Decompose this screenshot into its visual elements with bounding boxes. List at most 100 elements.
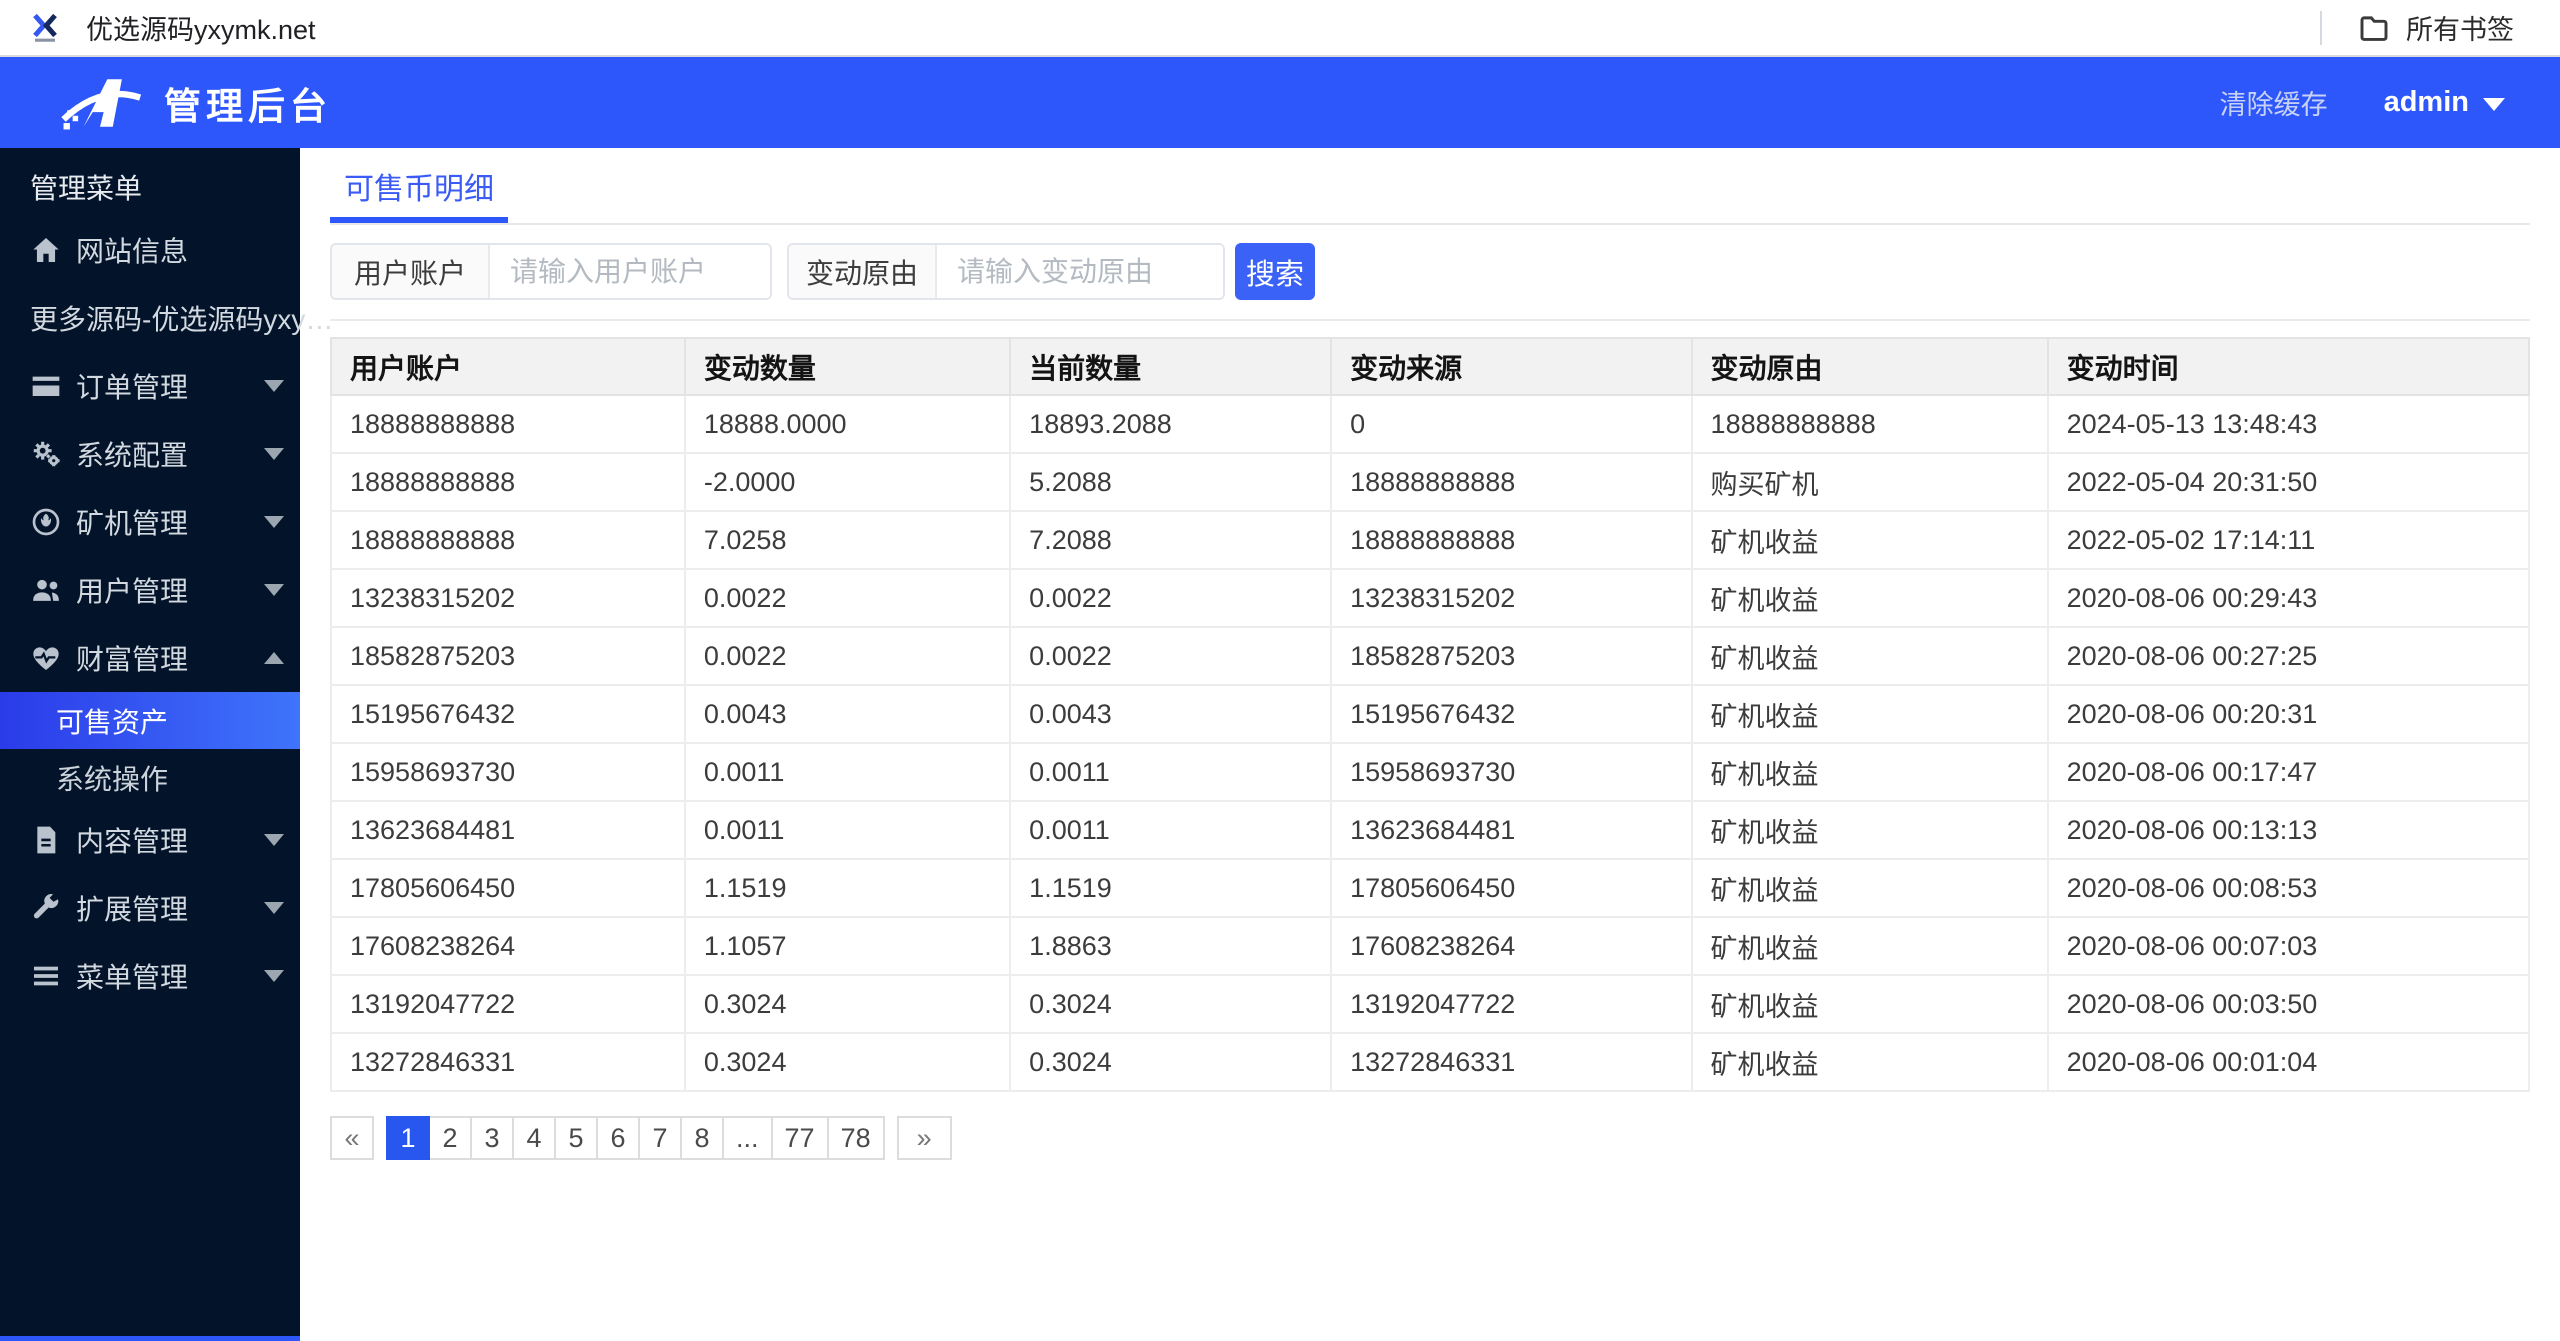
credit-card-icon	[30, 370, 76, 402]
pagination-next-button[interactable]: »	[896, 1116, 952, 1160]
sidebar-item[interactable]: 菜单管理	[0, 942, 300, 1010]
sidebar-subitem-active[interactable]: 可售资产	[0, 692, 300, 749]
pagination-page-button[interactable]: 5	[554, 1116, 598, 1160]
sidebar-item[interactable]: 更多源码-优选源码yxy…	[0, 284, 333, 352]
sidebar-item-label: 扩展管理	[76, 894, 189, 925]
table-cell: 1.1057	[683, 916, 1012, 976]
sidebar-item-label: 系统配置	[76, 440, 189, 471]
sidebar-item-label: 菜单管理	[76, 962, 189, 993]
clear-cache-button[interactable]: 清除缓存	[2220, 83, 2328, 122]
table-row: 13272846331 0.3024 0.3024 13272846331 矿机收益 20…	[330, 1032, 2531, 1092]
table-cell: 0.0022	[1009, 626, 1333, 686]
table-cell: 18582875203	[1330, 626, 1693, 686]
sidebar-section-title: 管理菜单	[30, 173, 143, 204]
pagination-page-button[interactable]: 2	[428, 1116, 472, 1160]
sidebar-item[interactable]: 订单管理	[0, 352, 300, 420]
table-row: 15195676432 0.0043 0.0043 15195676432 矿机收益 20…	[330, 684, 2531, 744]
table-cell: 18888888888	[330, 394, 686, 454]
pagination-page-button[interactable]: 7	[638, 1116, 682, 1160]
caret-down-icon	[264, 970, 284, 982]
table-cell: 0.3024	[1009, 974, 1333, 1034]
sidebar-item[interactable]: 用户管理	[0, 556, 300, 624]
table-row: 15958693730 0.0011 0.0011 15958693730 矿机收益 20…	[330, 742, 2531, 802]
sidebar-nav: 网站信息更多源码-优选源码yxy… 订单管理系统配置矿机管理用户管理财富管理可售资…	[0, 216, 333, 1010]
file-icon	[30, 824, 76, 856]
browser-tab-title: 优选源码yxymk.net	[86, 15, 316, 45]
user-account-group: 用户账户	[330, 243, 772, 300]
table-cell: 2020-08-06 00:13:13	[2046, 800, 2531, 860]
sidebar-item[interactable]: 扩展管理	[0, 874, 300, 942]
table-cell: 0.0011	[1009, 742, 1333, 802]
sidebar-subitem[interactable]: 系统操作	[0, 749, 300, 806]
sidebar-item[interactable]: 矿机管理	[0, 488, 300, 556]
pagination-prev-button[interactable]: «	[330, 1116, 374, 1160]
records-table: 用户账户 变动数量 当前数量 变动来源 变动原由 变动时间 18888888888 18888…	[330, 337, 2531, 1092]
table-cell: 0.3024	[683, 1032, 1012, 1092]
pagination-page-button[interactable]: 1	[386, 1116, 430, 1160]
table-cell: 0.0043	[1009, 684, 1333, 744]
table-cell: 18888888888	[330, 510, 686, 570]
table-cell: 17608238264	[330, 916, 686, 976]
table-cell: 13192047722	[1330, 974, 1693, 1034]
table-cell: 7.2088	[1009, 510, 1333, 570]
chevron-down-icon	[2483, 98, 2505, 111]
pagination-page-button[interactable]: 3	[470, 1116, 514, 1160]
table-cell: 15958693730	[1330, 742, 1693, 802]
search-button[interactable]: 搜索	[1235, 243, 1315, 300]
sidebar-item[interactable]: 系统配置	[0, 420, 300, 488]
sidebar-item[interactable]: 财富管理	[0, 624, 300, 692]
user-menu[interactable]: admin	[2384, 86, 2505, 119]
pagination-page-button[interactable]: 4	[512, 1116, 556, 1160]
sidebar-item-label: 财富管理	[76, 644, 189, 675]
table-cell: 2022-05-04 20:31:50	[2046, 452, 2531, 512]
content-area: 可售币明细 用户账户 变动原由 搜索 用户账户变动数量当前数量变动来源变动原由变…	[300, 148, 2560, 1341]
app-title: 管理后台	[164, 85, 332, 127]
table-cell: 矿机收益	[1690, 742, 2049, 802]
table-cell: 0.0011	[1009, 800, 1333, 860]
tab-bar: 可售币明细	[330, 148, 2530, 225]
table-cell: 18888888888	[1330, 452, 1693, 512]
column-header: 变动数量	[683, 337, 1012, 396]
heartbeat-icon	[30, 642, 76, 674]
table-cell: 13238315202	[1330, 568, 1693, 628]
table-cell: 2020-08-06 00:07:03	[2046, 916, 2531, 976]
table-cell: 1.1519	[683, 858, 1012, 918]
toolbar-divider	[330, 319, 2530, 321]
table-cell: 1.8863	[1009, 916, 1333, 976]
table-cell: 2020-08-06 00:20:31	[2046, 684, 2531, 744]
all-bookmarks-button[interactable]: 所有书签	[2358, 8, 2514, 47]
all-bookmarks-label: 所有书签	[2406, 15, 2514, 45]
main-layout: 管理菜单 网站信息更多源码-优选源码yxy… 订单管理系统配置矿机管理用户管理财富…	[0, 148, 2560, 1341]
sidebar-item[interactable]: 网站信息	[0, 216, 300, 284]
sidebar-item-label: 更多源码-优选源码yxy…	[30, 304, 334, 335]
table-cell: 矿机收益	[1690, 510, 2049, 570]
sidebar-item-label: 矿机管理	[76, 508, 189, 539]
table-cell: 13238315202	[330, 568, 686, 628]
user-account-input[interactable]	[490, 245, 770, 298]
pagination-page-button[interactable]: 77	[770, 1116, 829, 1160]
table-cell: 2020-08-06 00:17:47	[2046, 742, 2531, 802]
table-cell: 矿机收益	[1690, 626, 2049, 686]
pagination-page-button[interactable]: 6	[596, 1116, 640, 1160]
column-header: 当前数量	[1009, 337, 1333, 396]
wrench-icon	[30, 892, 76, 924]
toolbar-gap	[772, 243, 787, 300]
table-cell: 17608238264	[1330, 916, 1693, 976]
column-header: 变动时间	[2046, 337, 2531, 396]
pagination-page-button[interactable]: 78	[826, 1116, 885, 1160]
table-row: 17805606450 1.1519 1.1519 17805606450 矿机收益 20…	[330, 858, 2531, 918]
sidebar-item-label: 内容管理	[76, 826, 189, 857]
change-reason-input[interactable]	[937, 245, 1223, 298]
table-cell: 矿机收益	[1690, 974, 2049, 1034]
pagination-page-button[interactable]: 8	[680, 1116, 724, 1160]
table-header-row: 用户账户 变动数量 当前数量 变动来源 变动原由 变动时间	[330, 337, 2531, 396]
column-header: 变动原由	[1690, 337, 2049, 396]
browser-bar: 优选源码yxymk.net 所有书签	[0, 0, 2560, 57]
table-cell: 购买矿机	[1690, 452, 2049, 512]
table-cell: 0.0043	[683, 684, 1012, 744]
table-cell: 2020-08-06 00:01:04	[2046, 1032, 2531, 1092]
tab-sellable-coin-detail[interactable]: 可售币明细	[330, 148, 508, 223]
home-icon	[30, 234, 76, 266]
sidebar-item[interactable]: 内容管理	[0, 806, 300, 874]
username: admin	[2383, 86, 2469, 118]
